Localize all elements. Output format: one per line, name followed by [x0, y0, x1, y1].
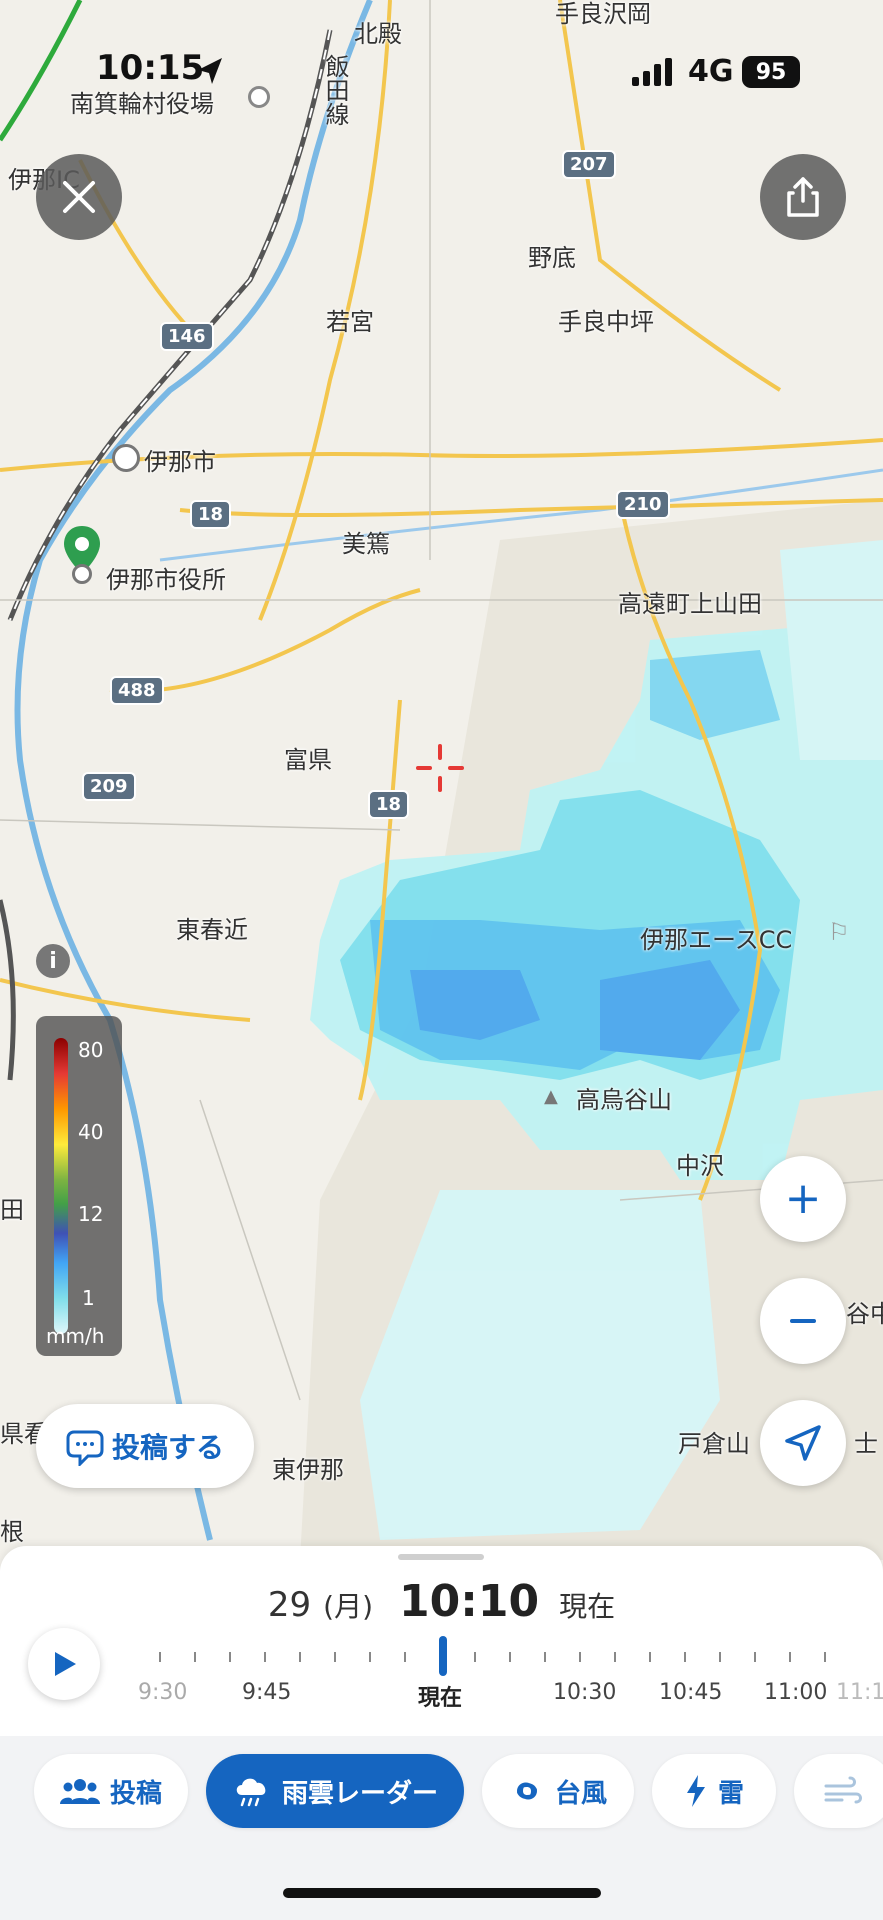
route-shield: 209	[82, 772, 136, 801]
map-view[interactable]: 手良沢岡 北殿 南箕輪村役場 伊那IC 飯田線 207 野底 若宮 手良中坪 1…	[0, 0, 883, 1560]
legend-tick: 40	[78, 1120, 104, 1144]
post-button[interactable]: 投稿する	[36, 1404, 254, 1488]
current-time: 10:10	[399, 1576, 540, 1627]
timeline-label: 11:00	[764, 1680, 828, 1705]
route-shield: 488	[110, 676, 164, 705]
users-icon	[59, 1779, 100, 1804]
play-button[interactable]	[28, 1628, 100, 1700]
map-label: 富県	[284, 746, 332, 774]
bottom-tab-bar: 投稿 雨雲レーダー 台風 雷	[0, 1736, 883, 1920]
share-icon	[787, 177, 819, 217]
location-arrow-icon	[198, 58, 222, 84]
rain-cloud-icon	[236, 1778, 266, 1807]
play-icon	[55, 1652, 76, 1676]
timeline-label: 10:45	[659, 1680, 723, 1705]
post-pin-icon	[66, 1430, 104, 1466]
post-button-label: 投稿する	[111, 1431, 224, 1464]
timeline-thumb[interactable]	[439, 1636, 447, 1676]
legend-tick: 1	[82, 1286, 95, 1310]
map-label: 根	[0, 1518, 24, 1546]
timeline-label-current: 現在	[418, 1686, 463, 1711]
tab-label: 投稿	[109, 1778, 162, 1809]
mountain-icon: ▲	[544, 1086, 558, 1107]
timeline-label: 11:1	[836, 1680, 883, 1705]
zoom-out-button[interactable]	[760, 1278, 846, 1364]
time-header: 29 (月) 10:10 現在	[0, 1576, 883, 1627]
route-shield: 207	[562, 150, 616, 179]
map-label: 美篶	[342, 530, 390, 558]
crosshair-icon	[416, 744, 464, 792]
tab-wind[interactable]	[794, 1754, 883, 1828]
lightning-icon	[686, 1775, 705, 1807]
current-location-button[interactable]	[760, 1400, 846, 1486]
map-label: 戸倉山	[678, 1430, 750, 1458]
legend-tick: 80	[78, 1038, 104, 1062]
map-label-railway: 飯田線	[321, 54, 349, 126]
map-label: 高烏谷山	[576, 1086, 672, 1114]
map-label: 中沢	[676, 1152, 724, 1180]
map-label: 士	[854, 1430, 878, 1458]
tab-lightning[interactable]: 雷	[652, 1754, 776, 1828]
signal-icon	[632, 56, 676, 86]
tab-label: 雷	[717, 1778, 744, 1809]
map-label: 伊那エースCC	[640, 926, 793, 954]
time-panel[interactable]: 29 (月) 10:10 現在 9:30 9:45 現在 10:30 10:45…	[0, 1546, 883, 1736]
navigation-arrow-icon	[785, 1425, 821, 1461]
timeline-scrubber[interactable]	[150, 1650, 860, 1666]
tab-rain-radar[interactable]: 雨雲レーダー	[206, 1754, 464, 1828]
map-label: 伊那市	[144, 448, 216, 476]
info-button[interactable]: i	[36, 944, 70, 978]
legend-unit: mm/h	[46, 1324, 105, 1348]
map-label: 谷中	[846, 1300, 883, 1328]
route-shield: 18	[190, 500, 232, 529]
sheet-handle[interactable]	[398, 1554, 484, 1560]
poi-dot-icon	[248, 86, 270, 108]
map-label: 手良中坪	[558, 308, 654, 336]
route-shield: 18	[368, 790, 410, 819]
map-label: 野底	[528, 244, 576, 272]
map-label: 南箕輪村役場	[70, 90, 214, 118]
timeline-label: 10:30	[553, 1680, 617, 1705]
wind-icon	[824, 1776, 862, 1804]
map-label: 田	[0, 1196, 24, 1224]
map-label: 高遠町上山田	[618, 590, 762, 618]
map-label: 東伊那	[272, 1456, 344, 1484]
tab-label: 雨雲レーダー	[281, 1778, 438, 1809]
timeline-label: 9:30	[138, 1680, 188, 1705]
minus-icon	[790, 1319, 816, 1323]
route-shield: 210	[616, 490, 670, 519]
info-icon: i	[49, 948, 57, 974]
legend-tick: 12	[78, 1202, 104, 1226]
poi-dot-icon	[72, 564, 92, 584]
time-status: 現在	[559, 1590, 616, 1623]
tab-typhoon[interactable]: 台風	[482, 1754, 634, 1828]
status-time: 10:15	[96, 48, 205, 88]
flag-icon: ⚐	[828, 918, 850, 946]
close-button[interactable]	[36, 154, 122, 240]
date-weekday: (月)	[323, 1590, 374, 1623]
zoom-in-button[interactable]: +	[760, 1156, 846, 1242]
legend-color-bar	[54, 1038, 68, 1334]
tab-label: 台風	[554, 1778, 607, 1809]
station-icon	[112, 444, 140, 472]
timeline-label: 9:45	[242, 1680, 292, 1705]
map-label: 東春近	[176, 916, 248, 944]
network-type: 4G	[688, 54, 734, 89]
plus-icon: +	[784, 1173, 822, 1224]
date-day: 29	[267, 1585, 312, 1625]
route-shield: 146	[160, 322, 214, 351]
home-indicator	[283, 1888, 601, 1898]
tab-posts[interactable]: 投稿	[34, 1754, 188, 1828]
close-icon	[63, 181, 95, 213]
map-label: 北殿	[354, 20, 402, 48]
share-button[interactable]	[760, 154, 846, 240]
rain-legend: 80 40 12 1 mm/h	[36, 1016, 122, 1356]
typhoon-icon	[516, 1782, 537, 1800]
battery-indicator: 95	[742, 56, 800, 88]
map-label: 伊那市役所	[106, 566, 226, 594]
map-label: 手良沢岡	[555, 0, 651, 28]
map-label: 若宮	[326, 308, 374, 336]
